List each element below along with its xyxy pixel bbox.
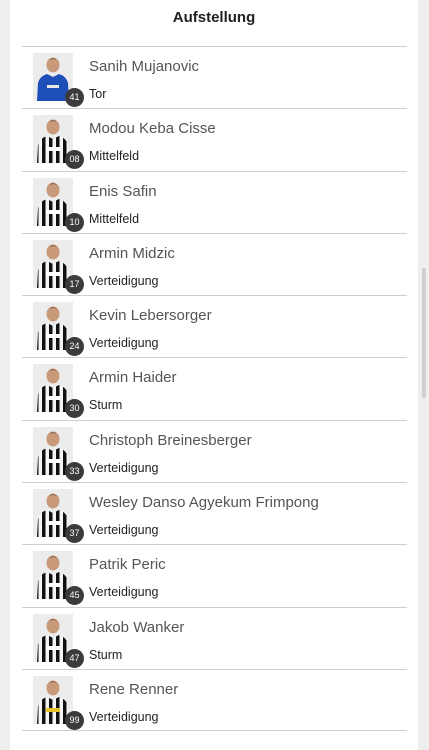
player-position: Sturm <box>89 647 123 662</box>
player-row[interactable]: 99 Rene Renner Verteidigung <box>22 668 407 732</box>
player-row[interactable]: 24 Kevin Lebersorger Verteidigung <box>22 295 407 357</box>
jersey-number-badge: 30 <box>65 399 84 419</box>
player-row[interactable]: 33 Christoph Breinesberger Verteidigung <box>22 419 407 482</box>
jersey-number-badge: 47 <box>65 648 84 668</box>
player-name[interactable]: Modou Keba Cisse <box>89 120 216 137</box>
player-row[interactable]: 17 Armin Midzic Verteidigung <box>22 232 407 295</box>
player-position: Mittelfeld <box>89 211 140 226</box>
player-position: Verteidigung <box>89 273 159 288</box>
player-name[interactable]: Christoph Breinesberger <box>89 432 252 449</box>
jersey-number-badge: 17 <box>65 274 84 294</box>
jersey-number-badge: 10 <box>65 212 84 232</box>
player-name[interactable]: Kevin Lebersorger <box>89 307 212 324</box>
player-name[interactable]: Enis Safin <box>89 183 157 200</box>
player-name[interactable]: Armin Midzic <box>89 245 175 262</box>
player-position: Tor <box>89 87 107 101</box>
player-row[interactable]: 45 Patrik Peric Verteidigung <box>22 544 407 606</box>
player-name[interactable]: Armin Haider <box>89 369 177 386</box>
jersey-number-badge: 45 <box>65 586 84 606</box>
player-row[interactable]: 10 Enis Safin Mittelfeld <box>22 170 407 233</box>
player-position: Verteidigung <box>89 460 159 475</box>
player-row[interactable]: 30 Armin Haider Sturm <box>22 357 407 419</box>
section-title: Aufstellung <box>172 9 256 26</box>
player-name[interactable]: Jakob Wanker <box>89 619 184 636</box>
player-position: Verteidigung <box>89 523 159 538</box>
jersey-number-badge: 33 <box>65 461 84 481</box>
player-row[interactable]: 47 Jakob Wanker Sturm <box>22 606 407 669</box>
lineup-card: Aufstellung 41 Sanih Mujanovic Tor 08 Modou … <box>10 0 418 750</box>
player-position: Sturm <box>89 398 123 413</box>
jersey-number-badge: 99 <box>65 710 84 730</box>
jersey-number-badge: 08 <box>65 150 84 170</box>
player-position: Verteidigung <box>89 709 159 724</box>
player-name[interactable]: Wesley Danso Agyekum Frimpong <box>89 494 319 511</box>
jersey-number-badge: 41 <box>65 88 84 107</box>
player-name[interactable]: Sanih Mujanovic <box>89 58 199 75</box>
jersey-number-badge: 24 <box>65 337 84 357</box>
player-name[interactable]: Patrik Peric <box>89 556 166 573</box>
player-position: Mittelfeld <box>89 149 140 164</box>
player-list: 41 Sanih Mujanovic Tor 08 Modou Keba Cisse Mi… <box>22 46 407 732</box>
player-position: Verteidigung <box>89 336 159 351</box>
jersey-number-badge: 37 <box>65 524 84 544</box>
player-row[interactable]: 08 Modou Keba Cisse Mittelfeld <box>22 108 407 170</box>
player-position: Verteidigung <box>89 585 159 600</box>
player-row[interactable]: 41 Sanih Mujanovic Tor <box>22 46 407 108</box>
player-row[interactable]: 37 Wesley Danso Agyekum Frimpong Verteidig… <box>22 482 407 544</box>
scrollbar[interactable] <box>422 268 426 398</box>
player-name[interactable]: Rene Renner <box>89 681 178 698</box>
